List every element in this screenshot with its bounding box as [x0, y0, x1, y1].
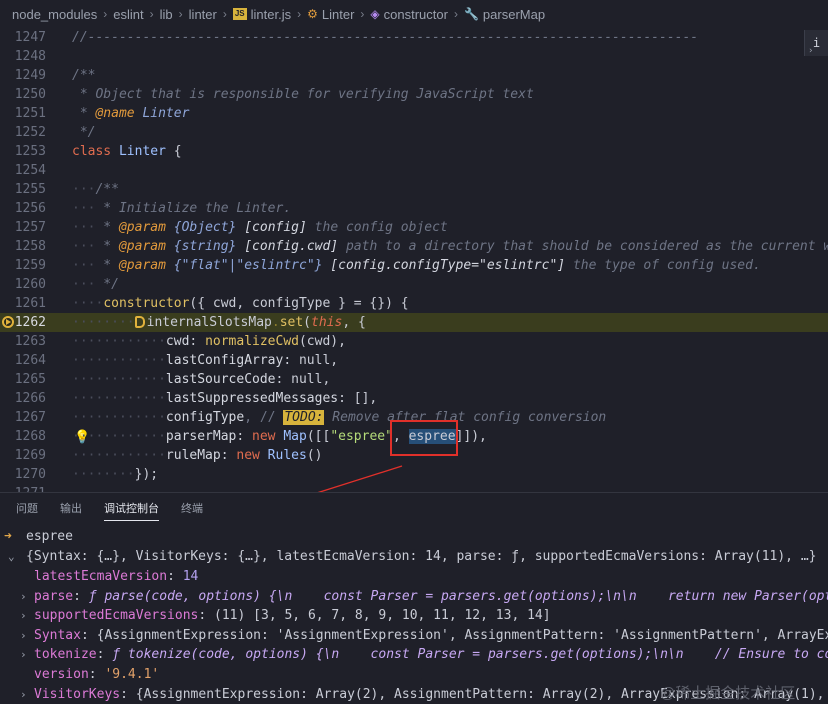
chevron-right-icon[interactable]: › — [20, 587, 27, 607]
console-input-echo: ➜ espree — [0, 527, 828, 547]
bottom-panel: 问题 输出 调试控制台 终端 ➜ espree ⌄ {Syntax: {…}, Vi… — [0, 492, 828, 704]
chevron-right-icon[interactable]: › — [20, 606, 27, 626]
console-property-row[interactable]: › tokenize: ƒ tokenize(code, options) {\n… — [0, 645, 828, 665]
chevron-right-icon[interactable]: › — [20, 685, 27, 704]
tab-problems[interactable]: 问题 — [16, 493, 38, 525]
watermark-text: @稀土掘金技术社区 — [660, 685, 796, 702]
tab-output[interactable]: 输出 — [60, 493, 82, 525]
console-property-row[interactable]: › supportedEcmaVersions: (11) [3, 5, 6, 7… — [0, 606, 828, 626]
tab-debug-console[interactable]: 调试控制台 — [104, 493, 159, 525]
panel-tabs: 问题 输出 调试控制台 终端 — [0, 493, 225, 525]
tab-terminal[interactable]: 终端 — [181, 493, 203, 525]
console-property-row[interactable]: › parse: ƒ parse(code, options) {\n const… — [0, 587, 828, 607]
chevron-right-icon[interactable]: › — [20, 645, 27, 665]
chevron-down-icon[interactable]: ⌄ — [8, 547, 15, 567]
console-property-row[interactable]: latestEcmaVersion: 14 — [0, 567, 828, 587]
prompt-arrow-icon: ➜ — [4, 529, 12, 544]
console-result-summary[interactable]: ⌄ {Syntax: {…}, VisitorKeys: {…}, latestE… — [0, 547, 828, 567]
chevron-right-icon[interactable]: › — [20, 626, 27, 646]
console-property-row[interactable]: › Syntax: {AssignmentExpression: 'Assignm… — [0, 626, 828, 646]
